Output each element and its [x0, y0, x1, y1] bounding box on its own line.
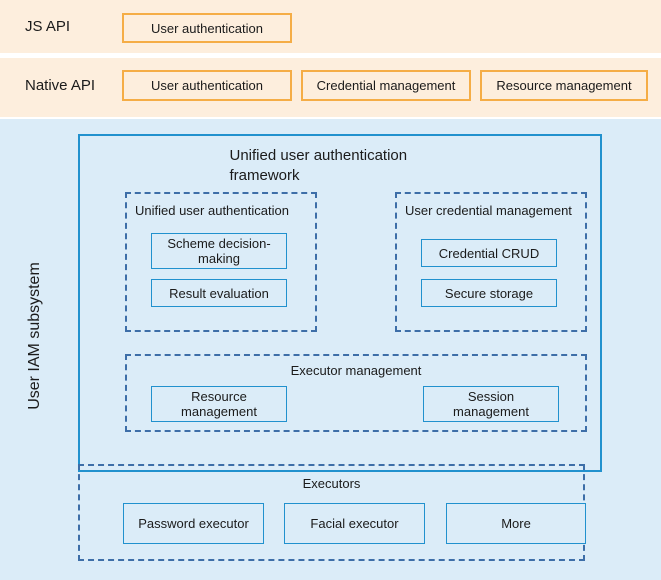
- native-api-box-user-authentication[interactable]: User authentication: [122, 70, 292, 101]
- box-result-evaluation[interactable]: Result evaluation: [151, 279, 287, 307]
- js-api-band: JS API User authentication: [0, 0, 661, 53]
- native-api-box-resource-management[interactable]: Resource management: [480, 70, 648, 101]
- native-api-box-credential-management[interactable]: Credential management: [301, 70, 471, 101]
- box-credential-crud[interactable]: Credential CRUD: [421, 239, 557, 267]
- framework-title: Unified user authentication framework: [80, 146, 604, 186]
- js-api-label: JS API: [25, 18, 71, 35]
- box-resource-management-line2: management: [181, 404, 257, 419]
- box-session-management-line1: Session: [467, 389, 515, 404]
- box-scheme-decision-making-line1: Scheme decision-: [167, 236, 271, 251]
- group-executor-management: Executor management Resource management …: [125, 354, 587, 432]
- group-user-credential-management-title: User credential management: [405, 203, 572, 218]
- box-scheme-decision-making-line2: making: [198, 251, 240, 266]
- user-iam-subsystem-label: User IAM subsystem: [26, 262, 43, 410]
- box-secure-storage[interactable]: Secure storage: [421, 279, 557, 307]
- box-facial-executor[interactable]: Facial executor: [284, 503, 425, 544]
- box-resource-management[interactable]: Resource management: [151, 386, 287, 422]
- group-executor-management-title: Executor management: [290, 363, 422, 378]
- group-executors: Executors Password executor Facial execu…: [78, 464, 586, 561]
- box-resource-management-line1: Resource: [191, 389, 247, 404]
- box-scheme-decision-making[interactable]: Scheme decision- making: [151, 233, 287, 269]
- box-more-executor[interactable]: More: [446, 503, 586, 544]
- group-unified-user-authentication-title: Unified user authentication: [135, 203, 289, 218]
- group-unified-user-authentication: Unified user authentication Scheme decis…: [125, 192, 317, 332]
- box-session-management-line2: management: [453, 404, 529, 419]
- box-password-executor[interactable]: Password executor: [123, 503, 264, 544]
- user-iam-subsystem: User IAM subsystem Unified user authenti…: [0, 119, 661, 580]
- framework-title-line1: Unified user authentication: [229, 147, 408, 164]
- native-api-label: Native API: [25, 77, 96, 94]
- js-api-box-user-authentication[interactable]: User authentication: [122, 13, 292, 43]
- box-session-management[interactable]: Session management: [423, 386, 559, 422]
- native-api-band: Native API User authentication Credentia…: [0, 58, 661, 117]
- group-user-credential-management: User credential management Credential CR…: [395, 192, 587, 332]
- framework-title-line2: framework: [229, 167, 300, 184]
- group-executors-title: Executors: [302, 476, 361, 491]
- unified-user-authentication-framework: Unified user authentication framework Un…: [78, 134, 602, 472]
